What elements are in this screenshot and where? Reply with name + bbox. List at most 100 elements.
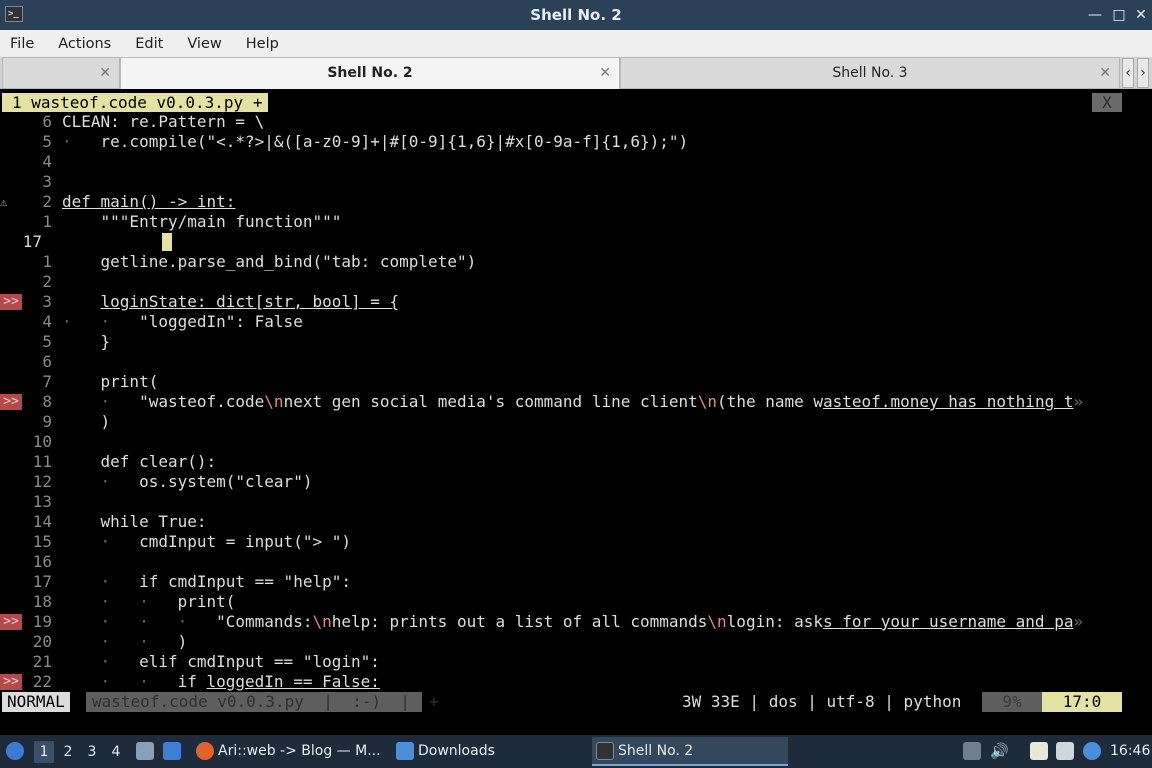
code-token: ·: [62, 532, 140, 551]
tab-close-icon[interactable]: ✕: [599, 58, 611, 88]
terminal-icon: [596, 742, 614, 760]
line-number: 1: [42, 252, 52, 271]
code-line: 17: [0, 232, 1152, 252]
line-text: · · print(: [62, 592, 1112, 612]
tab-shell-2[interactable]: Shell No. 2 ✕: [120, 57, 620, 89]
line-number: 21: [32, 652, 52, 671]
clipboard-icon[interactable]: [1030, 742, 1048, 760]
line-number: 3: [42, 172, 52, 191]
line-number: 3: [42, 292, 52, 311]
minimize-button[interactable]: —: [1084, 4, 1106, 26]
code-token: (the name w: [717, 392, 824, 411]
code-token: ·: [62, 652, 140, 671]
line-text: getline.parse_and_bind("tab: complete"): [62, 252, 1112, 272]
code-token: print(: [177, 592, 236, 611]
menu-help[interactable]: Help: [246, 36, 279, 52]
update-notifier-icon[interactable]: [963, 742, 981, 760]
close-button[interactable]: ✕: [1130, 4, 1152, 26]
desktop-launcher-icon[interactable]: [163, 742, 181, 760]
sign-column: [0, 232, 22, 252]
line-number: 6: [42, 352, 52, 371]
line-number: 4: [42, 152, 52, 171]
line-number: 14: [32, 512, 52, 531]
sign-column: [0, 532, 22, 552]
code-token: asteof.money has nothing t: [823, 392, 1074, 411]
code-token: ): [177, 632, 188, 651]
sign-column: [0, 512, 22, 532]
volume-icon[interactable]: 🔊: [990, 742, 1009, 760]
code-token: \n: [264, 392, 284, 411]
code-token: "wasteof.code: [139, 392, 265, 411]
tab-close-icon[interactable]: ✕: [1099, 58, 1111, 88]
start-menu-icon[interactable]: [6, 742, 24, 760]
clock[interactable]: 16:46: [1110, 735, 1150, 768]
tab-shell-3[interactable]: Shell No. 3 ✕: [620, 57, 1120, 89]
sign-column: [0, 652, 22, 672]
code-editor[interactable]: 6 CLEAN: re.Pattern = \ 5 · re.compile("<.*…: [0, 112, 1152, 691]
code-token: loggedIn == False:: [206, 672, 380, 691]
code-line: 7 print(: [0, 372, 1152, 392]
line-number: 5: [42, 332, 52, 351]
code-line: 17 · if cmdInput == "help":: [0, 572, 1152, 592]
code-token: · ·: [62, 672, 178, 691]
code-line: 21 · elif cmdInput == "login":: [0, 652, 1152, 672]
buffer-tab[interactable]: 1 wasteof.code v0.0.3.py +: [2, 93, 269, 112]
line-number: 2: [42, 192, 52, 211]
line-number: 13: [32, 492, 52, 511]
tab-scroll-left-icon[interactable]: ‹: [1122, 58, 1134, 88]
network-icon[interactable]: [1056, 742, 1074, 760]
code-token: while True:: [62, 512, 207, 531]
workspace-3[interactable]: 3: [82, 741, 102, 763]
line-number: 17: [32, 572, 52, 591]
bluetooth-icon[interactable]: [1083, 742, 1101, 760]
code-token: login: ask: [726, 612, 823, 631]
code-token: """Entry/main function""": [62, 212, 342, 231]
line-number: 5: [42, 132, 52, 151]
task-shell[interactable]: Shell No. 2: [592, 737, 788, 766]
window-titlebar: >_ Shell No. 2 — □ ✕: [0, 0, 1152, 30]
menu-edit[interactable]: Edit: [135, 36, 163, 52]
workspace-4[interactable]: 4: [106, 741, 126, 763]
code-line: 11 def clear():: [0, 452, 1152, 472]
tab-close-icon[interactable]: ✕: [99, 58, 111, 88]
line-number: 16: [32, 552, 52, 571]
tab-shell-1[interactable]: ✕: [2, 57, 120, 89]
tab-label: Shell No. 3: [832, 65, 908, 81]
code-token: if: [177, 672, 207, 691]
file-manager-launcher-icon[interactable]: [136, 742, 154, 760]
sign-column: [0, 272, 22, 292]
line-number: 17: [22, 232, 42, 251]
file-meta: 3W 33E | dos | utf-8 | python: [682, 692, 962, 711]
maximize-button[interactable]: □: [1108, 4, 1130, 26]
code-token: help: prints out a list of all commands: [331, 612, 708, 631]
sign-column: [0, 552, 22, 572]
tab-scroll-right-icon[interactable]: ›: [1137, 58, 1149, 88]
close-buffer-button[interactable]: X: [1092, 93, 1122, 112]
code-token: def main() -> int:: [62, 192, 236, 211]
code-line: 18 · · print(: [0, 592, 1152, 612]
code-line: 3: [0, 172, 1152, 192]
code-token: s for your username and pa: [823, 612, 1074, 631]
line-number: 10: [32, 432, 52, 451]
line-number: 22: [32, 672, 52, 691]
menu-file[interactable]: File: [10, 36, 34, 52]
terminal-area[interactable]: 1 wasteof.code v0.0.3.py + X 6 CLEAN: re.…: [0, 89, 1152, 735]
code-token: ·: [62, 572, 140, 591]
task-firefox[interactable]: Ari::web -> Blog — M...: [192, 737, 388, 766]
code-token: "Commands:: [216, 612, 313, 631]
workspace-2[interactable]: 2: [58, 741, 78, 763]
task-downloads[interactable]: Downloads: [392, 737, 588, 766]
lint-marker-icon: >>: [0, 674, 22, 690]
sign-column: [0, 432, 22, 452]
code-token: getline.parse_and_bind("tab: complete"): [62, 252, 477, 271]
vim-statusline: NORMAL wasteof.code v0.0.3.py | :-) | + …: [0, 692, 1152, 712]
workspace-1[interactable]: 1: [34, 741, 54, 763]
code-token: next gen social media's command line cli…: [283, 392, 698, 411]
line-number: 2: [42, 272, 52, 291]
scroll-percent: 9%: [982, 692, 1042, 712]
menu-actions[interactable]: Actions: [58, 36, 111, 52]
sign-column: [0, 592, 22, 612]
sign-column: [0, 352, 22, 372]
code-line: 15 · cmdInput = input("> "): [0, 532, 1152, 552]
menu-view[interactable]: View: [187, 36, 221, 52]
